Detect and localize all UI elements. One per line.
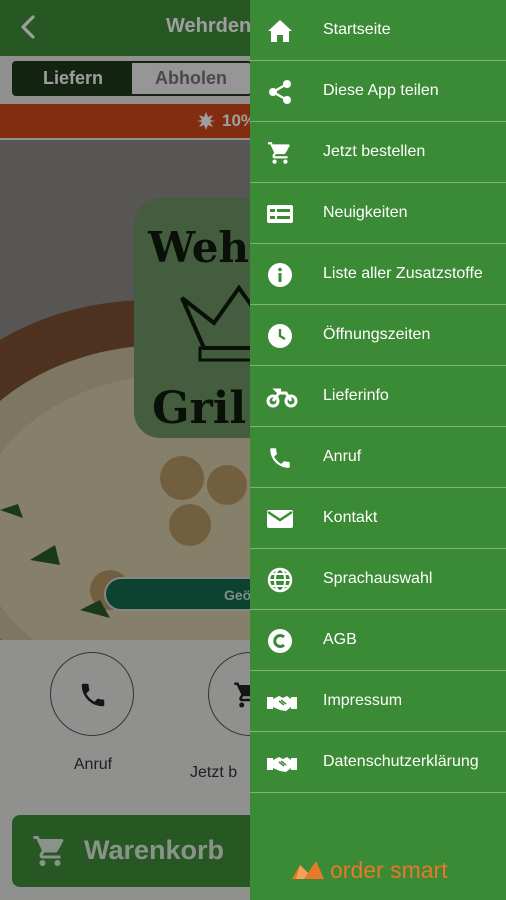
drawer-item-label: Datenschutzerklärung	[323, 753, 479, 770]
drawer-item-home[interactable]: Startseite	[250, 0, 506, 61]
drawer-item-additives[interactable]: Liste aller Zusatzstoffe	[250, 244, 506, 305]
motorbike-icon	[266, 388, 298, 408]
cart-icon	[268, 142, 290, 164]
drawer-item-delivery-info[interactable]: Lieferinfo	[250, 366, 506, 427]
drawer-item-label: Kontakt	[323, 509, 378, 526]
globe-icon	[267, 567, 293, 593]
drawer-item-label: Startseite	[323, 21, 391, 38]
drawer-item-opening-hours[interactable]: Öffnungszeiten	[250, 305, 506, 366]
clock-icon	[268, 324, 292, 348]
home-icon	[268, 20, 292, 42]
drawer-item-share[interactable]: Diese App teilen	[250, 61, 506, 122]
news-icon	[267, 205, 293, 223]
drawer-item-label: Impressum	[323, 692, 403, 709]
drawer-item-privacy[interactable]: Datenschutzerklärung	[250, 732, 506, 793]
drawer-item-label: AGB	[323, 631, 357, 648]
drawer-item-label: Liste aller Zusatzstoffe	[323, 265, 483, 282]
navigation-drawer: Startseite Diese App teilen Jetzt bestel…	[250, 0, 506, 900]
mail-icon	[267, 510, 293, 528]
phone-icon	[270, 448, 290, 468]
drawer-item-call[interactable]: Anruf	[250, 427, 506, 488]
drawer-item-imprint[interactable]: Impressum	[250, 671, 506, 732]
drawer-item-label: Jetzt bestellen	[323, 143, 426, 160]
order-smart-logo-icon	[292, 861, 324, 879]
drawer-item-contact[interactable]: Kontakt	[250, 488, 506, 549]
brand-text: order smart	[330, 857, 448, 883]
handshake-icon	[267, 757, 297, 772]
drawer-item-news[interactable]: Neuigkeiten	[250, 183, 506, 244]
drawer-item-label: Sprachauswahl	[323, 570, 433, 587]
copyright-icon	[268, 629, 292, 653]
drawer-item-label: Anruf	[323, 448, 362, 465]
share-icon	[269, 80, 291, 104]
drawer-item-label: Lieferinfo	[323, 387, 389, 404]
info-icon	[268, 263, 292, 287]
handshake-icon	[267, 696, 297, 711]
drawer-item-language[interactable]: Sprachauswahl	[250, 549, 506, 610]
drawer-item-order[interactable]: Jetzt bestellen	[250, 122, 506, 183]
drawer-item-label: Neuigkeiten	[323, 204, 408, 221]
drawer-item-label: Diese App teilen	[323, 82, 439, 99]
order-smart-logo: order smart	[290, 855, 460, 885]
drawer-item-label: Öffnungszeiten	[323, 326, 431, 343]
drawer-item-terms[interactable]: AGB	[250, 610, 506, 671]
